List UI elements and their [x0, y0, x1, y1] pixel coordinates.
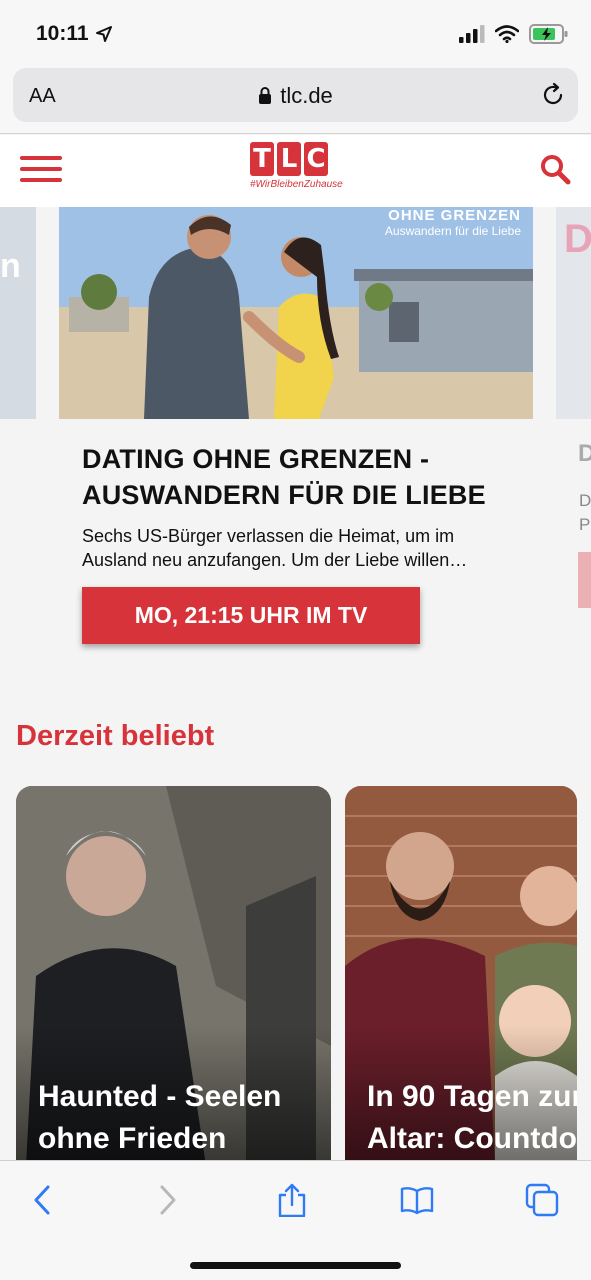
next-slide-text-line-1: D: [579, 491, 591, 510]
tile-title-line-1: In 90 Tagen zum: [367, 1080, 577, 1113]
lock-icon: [259, 87, 272, 104]
next-slide-button-fragment[interactable]: [578, 552, 591, 608]
url-display[interactable]: tlc.de: [13, 83, 578, 109]
home-indicator[interactable]: [190, 1262, 401, 1269]
cellular-signal-icon: [459, 25, 485, 43]
address-bar[interactable]: AA tlc.de: [13, 68, 578, 122]
popular-tile[interactable]: Haunted - Seelen ohne Frieden: [16, 786, 331, 1166]
site-header: T L C #WirBleibenZuhause: [0, 135, 591, 207]
next-slide-text-line-2: P: [579, 515, 591, 534]
next-slide-preview[interactable]: DR: [556, 207, 591, 419]
next-slide-glyph: DR: [564, 217, 591, 261]
hamburger-menu-icon[interactable]: [20, 156, 62, 184]
previous-slide-preview[interactable]: n: [0, 207, 36, 419]
reload-icon[interactable]: [540, 82, 566, 108]
logo-tagline: #WirBleibenZuhause: [250, 179, 343, 190]
tile-title-line-1: Haunted - Seelen: [38, 1080, 282, 1113]
battery-charging-icon: [529, 24, 568, 44]
hero-photo-illustration: [59, 207, 533, 419]
hero-image-overlay-line-1: OHNE GRENZEN: [388, 207, 521, 224]
domain-text: tlc.de: [280, 83, 333, 108]
share-icon[interactable]: [275, 1183, 309, 1217]
section-heading-popular: Derzeit beliebt: [16, 720, 215, 752]
back-chevron-icon[interactable]: [26, 1183, 60, 1217]
status-time: 10:11: [36, 22, 89, 45]
previous-slide-glyph: n: [0, 247, 21, 285]
status-bar: 10:11: [0, 0, 591, 64]
hero-title[interactable]: DATING OHNE GRENZEN - AUSWANDERN FÜR DIE…: [82, 441, 522, 513]
logo-letters: T L C: [250, 142, 342, 176]
hero-image-overlay-line-2: Auswandern für die Liebe: [384, 224, 521, 238]
search-icon[interactable]: [539, 153, 571, 185]
next-slide-title-fragment: D: [578, 440, 591, 467]
forward-chevron-icon[interactable]: [150, 1183, 184, 1217]
next-slide-text-fragment: D P: [579, 489, 591, 537]
browser-address-area: AA tlc.de: [0, 64, 591, 134]
logo-letter-t: T: [250, 142, 274, 176]
tile-title-line-2: ohne Frieden: [38, 1122, 227, 1155]
wifi-icon: [495, 25, 519, 43]
tabs-icon[interactable]: [525, 1183, 559, 1217]
tlc-logo[interactable]: T L C #WirBleibenZuhause: [250, 142, 343, 202]
bookmarks-book-icon[interactable]: [400, 1183, 434, 1217]
tile-title: In 90 Tagen zum Altar: Countdown: [367, 1076, 577, 1160]
logo-letter-c: C: [304, 142, 328, 176]
status-icons: [459, 24, 569, 44]
tile-title-line-2: Altar: Countdown: [367, 1122, 577, 1155]
hero-carousel[interactable]: n DR D D P OHNE GRENZEN Auswande: [0, 207, 591, 677]
logo-letter-l: L: [277, 142, 301, 176]
hero-image-overlay: OHNE GRENZEN Auswandern für die Liebe: [385, 207, 521, 238]
popular-tile[interactable]: In 90 Tagen zum Altar: Countdown: [345, 786, 577, 1166]
hero-image[interactable]: OHNE GRENZEN Auswandern für die Liebe: [59, 207, 533, 419]
tile-title: Haunted - Seelen ohne Frieden: [38, 1076, 281, 1160]
hero-description: Sechs US-Bürger verlassen die Heimat, um…: [82, 526, 468, 570]
location-arrow-icon: [96, 26, 112, 42]
hero-airtime-button[interactable]: MO, 21:15 UHR IM TV: [82, 587, 420, 644]
